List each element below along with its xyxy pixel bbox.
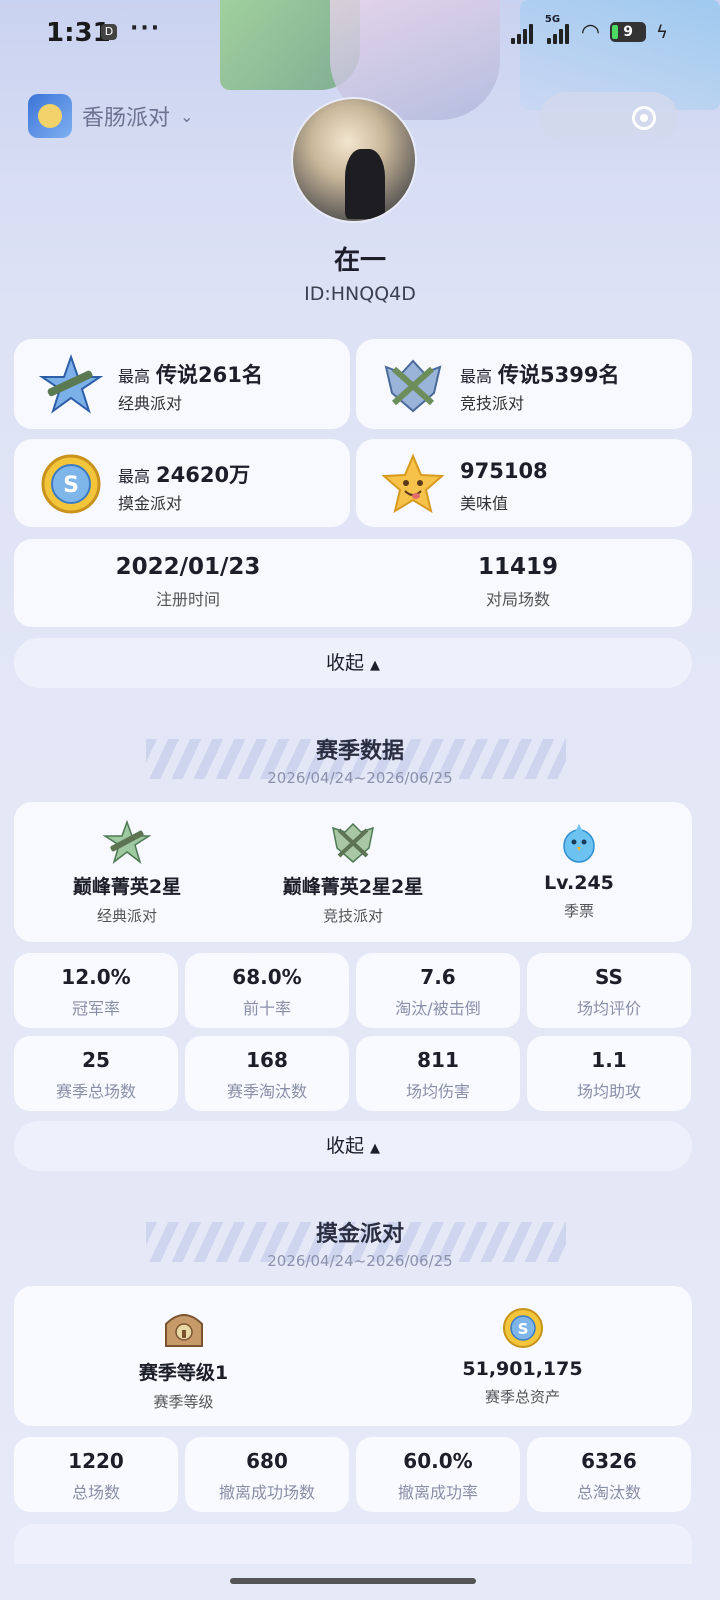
season-section-header: 赛季数据 2026/04/24~2026/06/25 (0, 733, 720, 787)
section-title: 摸金派对 (315, 1222, 404, 1247)
season-level-chest-icon (164, 1314, 203, 1347)
record-card-gold: S 最高 24620万 摸金派对 (14, 439, 350, 527)
record-label: 经典派对 (118, 394, 183, 413)
record-label: 竞技派对 (460, 394, 525, 413)
section-date-range: 2026/04/24~2026/06/25 (267, 769, 453, 787)
season-rank-competitive: 巅峰菁英2星2星 竞技派对 (240, 820, 466, 926)
gold-section-header: 摸金派对 2026/04/24~2026/06/25 (0, 1216, 720, 1270)
stat-card-kd: 7.6 淘汰/被击倒 (356, 953, 520, 1028)
season-rank-card: 巅峰菁英2星 经典派对 巅峰菁英2星2星 竞技派对 Lv.245 季票 (14, 802, 692, 942)
stat-card-top10-rate: 68.0% 前十率 (185, 953, 349, 1028)
account-summary-card: 2022/01/23 注册时间 11419 对局场数 (14, 539, 692, 627)
home-indicator[interactable] (230, 1578, 476, 1584)
game-app-icon (28, 94, 72, 138)
season-rank-label: 经典派对 (96, 907, 157, 925)
record-prefix: 最高 (118, 467, 151, 486)
gold-summary-card: 赛季等级1 赛季等级 S 51,901,175 赛季总资产 (14, 1286, 692, 1426)
season-pass-level: Lv.245 (544, 872, 614, 894)
collapse-arrow-icon: ▲ (370, 1141, 381, 1156)
record-prefix: 最高 (118, 367, 151, 386)
mini-program-capsule[interactable] (540, 92, 678, 144)
section-title: 赛季数据 (315, 739, 404, 764)
gold-total-assets: S 51,901,175 赛季总资产 (353, 1306, 692, 1407)
stat-card-avg-rating: SS 场均评价 (527, 953, 691, 1028)
gold-summary-value: 51,901,175 (462, 1358, 583, 1380)
classic-rank-icon (103, 820, 151, 864)
stat-card-season-matches: 25 赛季总场数 (14, 1036, 178, 1111)
stat-card-avg-assists: 1.1 场均助攻 (527, 1036, 691, 1111)
mini-app-switcher[interactable]: 香肠派对 ⌄ (28, 94, 193, 138)
record-card-classic: 最高 传说261名 经典派对 (14, 339, 350, 429)
competitive-rank-icon (332, 822, 374, 863)
record-value: 传说5399名 (498, 363, 620, 387)
record-value: 975108 (460, 459, 548, 483)
stat-card-season-kills: 168 赛季淘汰数 (185, 1036, 349, 1111)
season-rank-classic: 巅峰菁英2星 经典派对 (14, 820, 240, 926)
gold-stat-extract-count: 680 撤离成功场数 (185, 1437, 349, 1512)
avatar[interactable] (291, 97, 417, 223)
cellular-signal-1-icon (509, 20, 535, 44)
wifi-icon: ◠ (580, 19, 601, 45)
stat-card-avg-damage: 811 场均伤害 (356, 1036, 520, 1111)
gold-coin-icon: S (41, 454, 101, 514)
record-card-tastiness: 975108 美味值 (356, 439, 692, 527)
register-date: 2022/01/23 注册时间 (115, 554, 261, 609)
collapse-profile-button[interactable]: 收起 ▲ (14, 638, 692, 688)
gold-summary-label: 赛季总资产 (484, 1388, 560, 1406)
season-rank-value: 巅峰菁英2星 (72, 876, 182, 898)
season-pass: Lv.245 季票 (466, 820, 692, 921)
gold-coin-icon: S (502, 1308, 543, 1348)
record-value: 传说261名 (156, 363, 263, 387)
notification-app-icon: D (101, 24, 117, 40)
gold-summary-value: 赛季等级1 (138, 1362, 229, 1384)
season-pass-bird-icon (563, 824, 595, 863)
more-notifications-icon: ··· (130, 16, 162, 41)
gold-season-level: 赛季等级1 赛季等级 (14, 1306, 353, 1412)
competitive-rank-badge-icon (384, 359, 442, 413)
record-value: 24620万 (156, 463, 251, 487)
record-card-competitive: 最高 传说5399名 竞技派对 (356, 339, 692, 429)
gold-stat-extract-rate: 60.0% 撤离成功率 (356, 1437, 520, 1512)
gold-summary-label: 赛季等级 (153, 1393, 214, 1411)
total-matches: 11419 对局场数 (477, 554, 559, 609)
player-id: ID:HNQQ4D (304, 283, 416, 305)
battery-icon: 9 (610, 22, 647, 42)
chevron-down-icon: ⌄ (180, 106, 194, 126)
stat-card-win-rate: 12.0% 冠军率 (14, 953, 178, 1028)
mini-app-name: 香肠派对 (82, 106, 171, 131)
status-bar: 1:31 D ··· 5G ◠ 9 ϟ (0, 0, 720, 64)
svg-text:S: S (517, 1320, 528, 1338)
record-label: 美味值 (460, 494, 509, 513)
season-rank-label: 竞技派对 (322, 907, 383, 925)
collapse-season-button[interactable]: 收起 ▲ (14, 1121, 692, 1171)
svg-text:S: S (63, 473, 79, 498)
player-nickname: 在一 (333, 246, 386, 276)
section-date-range: 2026/04/24~2026/06/25 (267, 1252, 453, 1270)
gold-stat-total-kills: 6326 总淘汰数 (527, 1437, 691, 1512)
record-label: 摸金派对 (118, 494, 183, 513)
cellular-signal-5g-icon: 5G (545, 14, 571, 44)
collapse-gold-button-partial[interactable] (14, 1524, 692, 1564)
record-prefix: 最高 (460, 367, 493, 386)
collapse-arrow-icon: ▲ (370, 658, 381, 673)
close-mini-program-icon[interactable] (632, 106, 656, 130)
gold-stat-total-matches: 1220 总场数 (14, 1437, 178, 1512)
status-indicators: 5G ◠ 9 ϟ (509, 14, 668, 46)
season-rank-value: 巅峰菁英2星2星 (282, 876, 424, 898)
season-pass-label: 季票 (563, 902, 594, 920)
classic-rank-badge-icon (38, 353, 104, 414)
star-face-icon (381, 453, 445, 514)
charging-icon: ϟ (656, 21, 668, 43)
